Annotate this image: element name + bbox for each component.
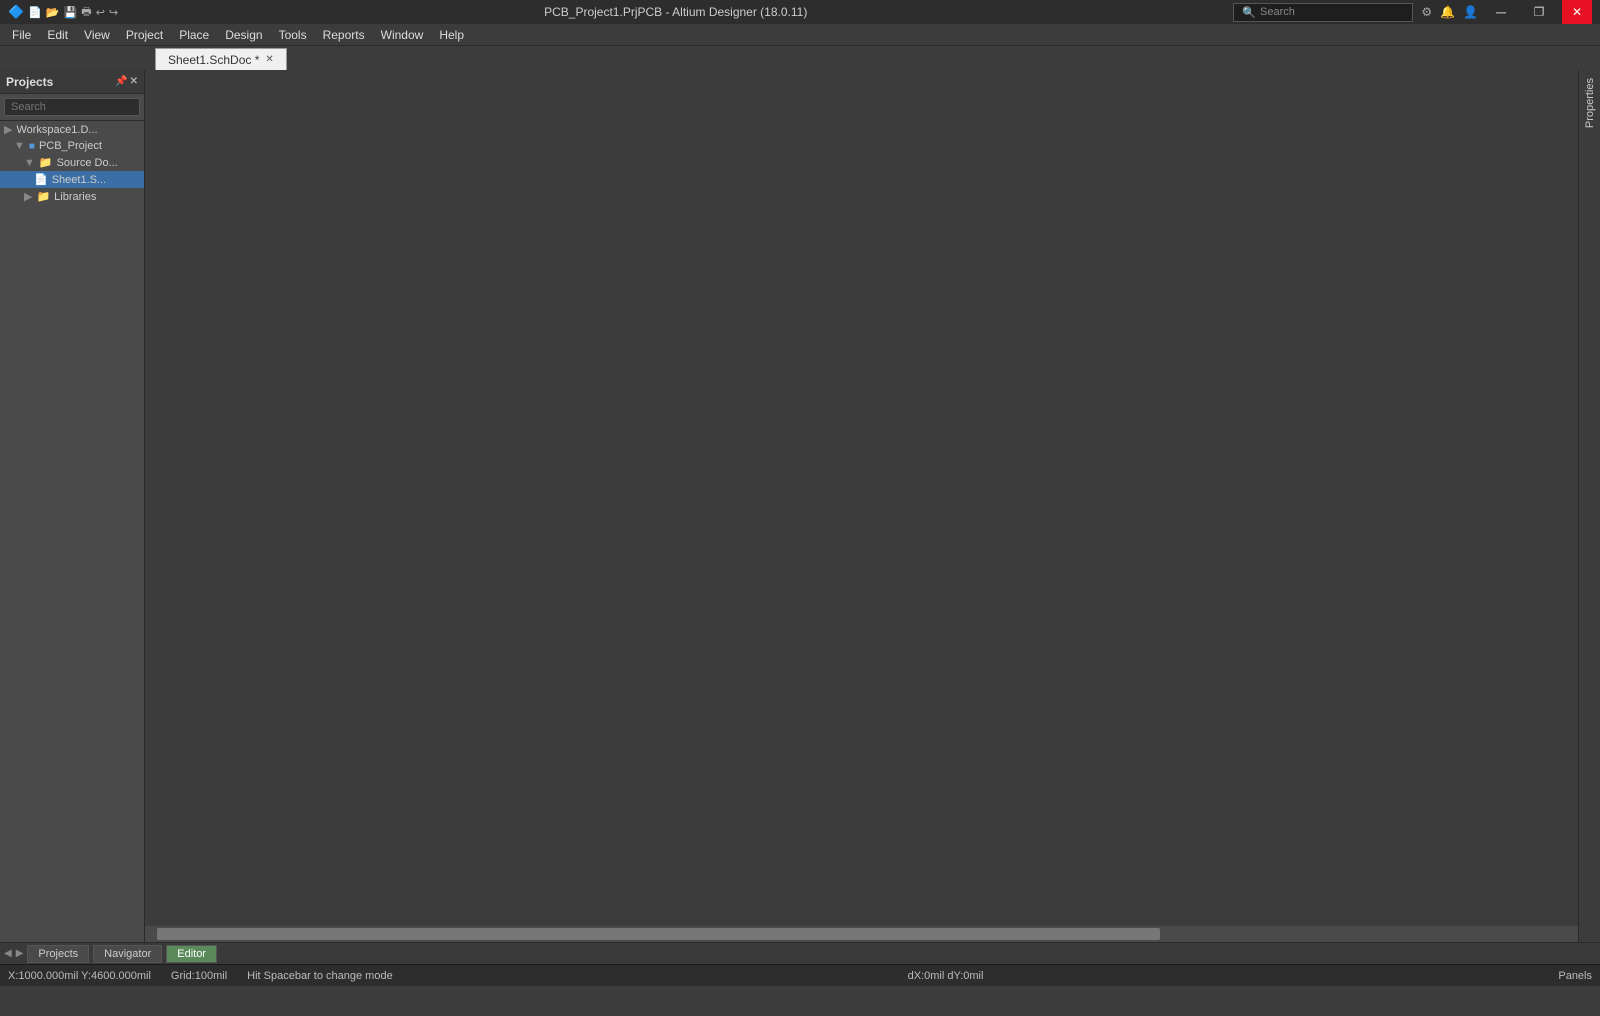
panel-header: Projects 📌 ✕ [0,70,144,94]
menubar: File Edit View Project Place Design Tool… [0,24,1600,46]
source-docs-label: Source Do... [57,157,118,169]
minimize-button[interactable]: ─ [1486,0,1516,24]
menu-place[interactable]: Place [171,26,217,44]
tree-sheet1[interactable]: 📄 Sheet1.S... [0,171,144,188]
titlebar: 🔷 📄 📂 💾 🖶 ↩ ↪ PCB_Project1.PrjPCB - Alti… [0,0,1600,24]
libraries-label: Libraries [54,191,96,203]
next-tab-btn[interactable]: ▶ [16,948,24,959]
panel-buttons: 📌 ✕ [115,76,138,87]
properties-tab[interactable]: Properties [1580,70,1600,136]
menu-design[interactable]: Design [217,26,270,44]
restore-button[interactable]: ❐ [1524,0,1554,24]
panel-close-icon[interactable]: ✕ [130,76,138,87]
notification-icon[interactable]: 🔔 [1440,5,1455,19]
workspace-icon: ▶ [4,123,12,136]
titlebar-icons: 🔷 📄 📂 💾 🖶 ↩ ↪ [8,3,118,22]
menu-project[interactable]: Project [118,26,171,44]
statusbar: X:1000.000mil Y:4600.000mil Grid:100mil … [0,964,1600,986]
workspace-label: Workspace1.D... [16,124,97,136]
panel-pin-icon[interactable]: 📌 [115,76,127,87]
search-input[interactable] [4,98,140,116]
source-expand-icon: ▼ [24,157,35,169]
tree-pcb-project[interactable]: ▼ ■ PCB_Project [0,138,144,154]
tb-save[interactable]: 💾 [64,6,78,19]
project-expand-icon: ▼ [14,140,25,152]
menu-file[interactable]: File [4,26,39,44]
horizontal-scrollbar[interactable] [145,926,1578,942]
canvas-scroll-area: ▼ + □ ⊢ ⬛ ～ ↓ ⊣ ▪ ◉ ⊘ A ↺ [145,70,1578,942]
bottom-panel: ◀ ▶ Projects Navigator Editor [0,942,1600,964]
tb-print[interactable]: 🖶 [81,3,91,22]
lib-expand-icon: ▶ [24,190,32,203]
panel-title: Projects [6,75,53,89]
titlebar-right: 🔍 Search ⚙ 🔔 👤 ─ ❐ ✕ [1233,0,1592,24]
tb-new[interactable]: 📄 [28,6,42,19]
tree-workspace[interactable]: ▶ Workspace1.D... [0,121,144,138]
panels-button[interactable]: Panels [1558,970,1592,982]
tab-editor[interactable]: Editor [166,945,217,963]
menu-tools[interactable]: Tools [271,26,315,44]
tree-source-docs[interactable]: ▼ 📁 Source Do... [0,154,144,171]
search-icon: 🔍 [1242,6,1256,19]
app-logo: 🔷 [8,4,24,20]
tb-redo[interactable]: ↪ [109,6,118,19]
file-icon: 📄 [34,173,48,186]
grid-display: Grid:100mil [171,970,227,982]
tree-libraries[interactable]: ▶ 📁 Libraries [0,188,144,205]
project-tree: ▶ Workspace1.D... ▼ ■ PCB_Project ▼ 📁 So… [0,121,144,205]
coordinates-display: X:1000.000mil Y:4600.000mil [8,970,151,982]
project-label: PCB_Project [39,140,102,152]
lib-folder-icon: 📁 [36,190,50,203]
delta-display: dX:0mil dY:0mil [908,970,984,982]
canvas-container: ▼ + □ ⊢ ⬛ ～ ↓ ⊣ ▪ ◉ ⊘ A ↺ [145,70,1578,926]
menu-view[interactable]: View [76,26,118,44]
menu-window[interactable]: Window [373,26,432,44]
tab-projects[interactable]: Projects [27,945,89,963]
tab-sheet1[interactable]: Sheet1.SchDoc * ✕ [155,48,287,70]
tab-label: Sheet1.SchDoc * [168,53,259,67]
horizontal-scroll-thumb[interactable] [157,928,1160,940]
menu-reports[interactable]: Reports [315,26,373,44]
prev-tab-btn[interactable]: ◀ [4,948,12,959]
close-button[interactable]: ✕ [1562,0,1592,24]
tabbar: Sheet1.SchDoc * ✕ [0,46,1600,70]
settings-icon[interactable]: ⚙ [1421,5,1432,19]
search-box[interactable]: 🔍 Search [1233,3,1413,22]
user-icon[interactable]: 👤 [1463,5,1478,19]
right-properties-panel: Properties [1578,70,1600,942]
sheet1-label: Sheet1.S... [52,174,106,186]
left-panel: Projects 📌 ✕ ▶ Workspace1.D... ▼ ■ PCB_P… [0,70,145,942]
tab-navigator[interactable]: Navigator [93,945,162,963]
search-panel[interactable] [0,94,144,121]
tab-close-icon[interactable]: ✕ [265,54,273,65]
menu-edit[interactable]: Edit [39,26,76,44]
project-icon: ■ [29,141,35,152]
menu-help[interactable]: Help [431,26,472,44]
folder-icon: 📁 [39,156,53,169]
tb-open[interactable]: 📂 [46,6,60,19]
hint-text: Hit Spacebar to change mode [247,970,393,982]
window-title: PCB_Project1.PrjPCB - Altium Designer (1… [118,5,1233,19]
tb-undo[interactable]: ↩ [96,6,105,19]
search-label[interactable]: Search [1260,6,1295,18]
